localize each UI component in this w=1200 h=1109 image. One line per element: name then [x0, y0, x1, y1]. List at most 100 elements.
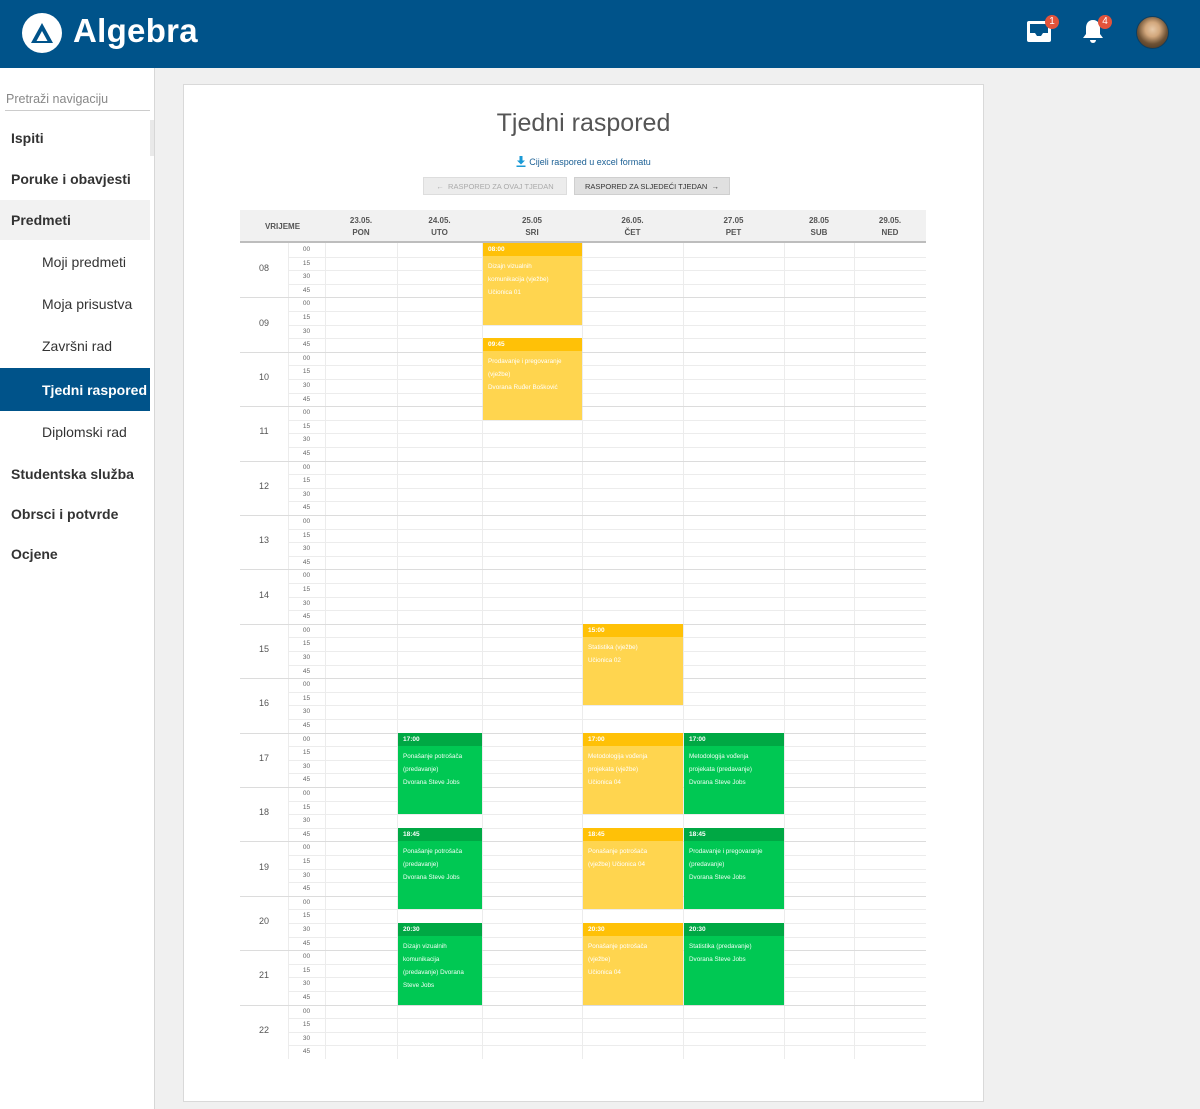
slot-divider — [288, 311, 926, 312]
hour-label: 19 — [258, 861, 269, 872]
minute-label: 45 — [302, 450, 311, 457]
minute-label: 30 — [302, 490, 311, 498]
event-details: Ponašanje potrošača (predavanje) Dvorana S… — [398, 746, 482, 789]
schedule-event[interactable]: 09:45 Prodavanje i pregovaranje (vježbe) Dv… — [483, 338, 582, 420]
sidebar-item-label: Poruke i obavjesti — [11, 171, 131, 187]
excel-download-link[interactable]: Cijeli raspored u excel formatu — [184, 156, 983, 167]
schedule-event[interactable]: 20:30 Ponašanje potrošača (vježbe) Učionica… — [583, 923, 683, 1005]
minute-label: 00 — [302, 844, 311, 852]
day-date: 23.05. — [349, 216, 373, 225]
hour-label: 15 — [258, 644, 269, 654]
day-header: 24.05. UTO — [397, 210, 482, 241]
minute-label: 30 — [302, 545, 311, 553]
minute-label: 45 — [302, 395, 311, 403]
event-line: Ponašanje potrošača — [403, 752, 463, 760]
schedule-event[interactable]: 17:00 Metodologija vođenja projekata (pred… — [684, 732, 784, 815]
logo-text[interactable]: Algebra — [73, 12, 198, 50]
minute-label: 00 — [302, 898, 311, 906]
minute-label: 45 — [302, 885, 311, 893]
sidebar-item-tjedni-raspored[interactable]: Tjedni raspored — [0, 368, 150, 411]
top-header: Algebra 1 4 — [0, 0, 1200, 68]
sidebar-item-obrsci-i-potvrde[interactable]: Obrsci i potvrde — [0, 496, 150, 532]
inbox-button[interactable]: 1 — [1026, 15, 1059, 49]
minute-label: 45 — [302, 994, 311, 1001]
slot-divider — [288, 719, 926, 720]
sidebar-scrollbar[interactable] — [150, 120, 154, 156]
sidebar: Ispiti Poruke i obavjesti Predmeti Moji pre… — [0, 68, 155, 1109]
event-details: Statistika (predavanje) Dvorana Steve Job… — [684, 936, 784, 966]
minute-label: 30 — [302, 327, 311, 335]
schedule-event[interactable]: 15:00 Statistika (vježbe) Učionica 02 — [583, 623, 683, 706]
notifications-button[interactable]: 4 — [1079, 15, 1112, 49]
event-line: Dizajn vizualnih — [488, 263, 532, 270]
sidebar-item-diplomski-rad[interactable]: Diplomski rad — [0, 414, 150, 450]
minute-label: 00 — [302, 572, 311, 580]
minute-label: 45 — [302, 939, 311, 947]
sidebar-item-label: Završni rad — [42, 338, 113, 354]
user-avatar[interactable] — [1136, 16, 1169, 49]
day-name: NED — [881, 228, 899, 237]
schedule-event[interactable]: 17:00 Ponašanje potrošača (predavanje) Dvor… — [398, 732, 482, 815]
sidebar-item-moji-predmeti[interactable]: Moji predmeti — [0, 244, 150, 280]
day-header: 25.05 SRI — [482, 210, 582, 241]
slot-divider — [288, 283, 926, 285]
schedule-event[interactable]: 18:45 Ponašanje potrošača (vježbe) Učionic… — [583, 827, 683, 910]
sidebar-item-label: Moja prisustva — [42, 296, 133, 312]
this-week-button[interactable]: ← Raspored za ovaj tjedan — [423, 177, 567, 195]
hour-label: 21 — [258, 970, 269, 981]
slot-divider — [288, 324, 926, 326]
minute-label: 15 — [302, 1021, 311, 1029]
inbox-badge: 1 — [1045, 15, 1059, 29]
minute-label: 15 — [302, 694, 311, 702]
algebra-logo-icon[interactable] — [22, 13, 62, 53]
sidebar-item-label: Diplomski rad — [42, 424, 127, 440]
sidebar-item-label: Studentska služba — [11, 466, 134, 482]
event-details: Metodologija vođenja projekata (vježbe) Uč… — [583, 746, 683, 789]
schedule-event[interactable]: 18:45 Prodavanje i pregovaranje (predavanj… — [684, 827, 784, 910]
sidebar-item-moja-prisustva[interactable]: Moja prisustva — [0, 286, 150, 322]
event-time: 18:45 — [583, 827, 683, 841]
slot-divider — [288, 1045, 926, 1047]
hour-divider — [240, 406, 926, 408]
slot-divider — [288, 542, 926, 544]
slot-divider — [288, 338, 926, 340]
event-line: Metodologija vođenja — [588, 752, 648, 760]
minute-label: 15 — [302, 368, 311, 376]
hour-label: 11 — [259, 426, 269, 437]
minute-label: 15 — [302, 858, 311, 865]
minute-label: 30 — [302, 273, 311, 281]
event-line: Dvorana Steve Jobs — [689, 778, 746, 786]
nav-search-input[interactable] — [5, 87, 150, 111]
sidebar-item-ispiti[interactable]: Ispiti — [0, 120, 150, 156]
hour-label: 13 — [258, 535, 269, 546]
hour-label: 09 — [258, 317, 269, 328]
day-date: 27.05 — [723, 216, 744, 225]
event-time: 15:00 — [583, 623, 683, 637]
day-name: PON — [352, 228, 370, 237]
schedule-event[interactable]: 08:00 Dizajn vizualnih komunikacija (vježb… — [483, 243, 582, 325]
schedule-event[interactable]: 17:00 Metodologija vođenja projekata (vjež… — [583, 732, 683, 815]
event-line: Metodologija vođenja — [689, 752, 749, 760]
sidebar-item-predmeti[interactable]: Predmeti — [0, 200, 150, 240]
event-line: Dvorana Steve Jobs — [403, 873, 460, 881]
event-line: Učionica 01 — [488, 289, 521, 296]
event-line: komunikacija (vježbe) — [488, 276, 549, 283]
sidebar-item-studentska-služba[interactable]: Studentska služba — [0, 456, 150, 492]
event-time: 18:45 — [398, 827, 482, 841]
minute-label: 15 — [302, 422, 311, 430]
minute-label: 00 — [302, 354, 311, 362]
sidebar-item-poruke-i-obavjesti[interactable]: Poruke i obavjesti — [0, 161, 150, 197]
slot-divider — [288, 365, 926, 367]
slot-divider — [288, 1031, 926, 1033]
sidebar-item-završni-rad[interactable]: Završni rad — [0, 328, 150, 364]
sidebar-item-ocjene[interactable]: Ocjene — [0, 536, 150, 572]
event-line: Dizajn vizualnih — [403, 943, 447, 950]
minute-label: 00 — [302, 790, 311, 797]
next-week-button[interactable]: Raspored za sljedeći tjedan → — [574, 177, 730, 195]
schedule-event[interactable]: 20:30 Dizajn vizualnih komunikacija (predav… — [398, 923, 482, 1005]
hour-label: 20 — [258, 916, 269, 926]
minute-label: 00 — [302, 735, 311, 743]
arrow-left-icon: ← — [436, 182, 444, 191]
schedule-event[interactable]: 20:30 Statistika (predavanje) Dvorana Stev… — [684, 923, 784, 1005]
schedule-event[interactable]: 18:45 Ponašanje potrošača (predavanje) Dvor… — [398, 827, 482, 910]
